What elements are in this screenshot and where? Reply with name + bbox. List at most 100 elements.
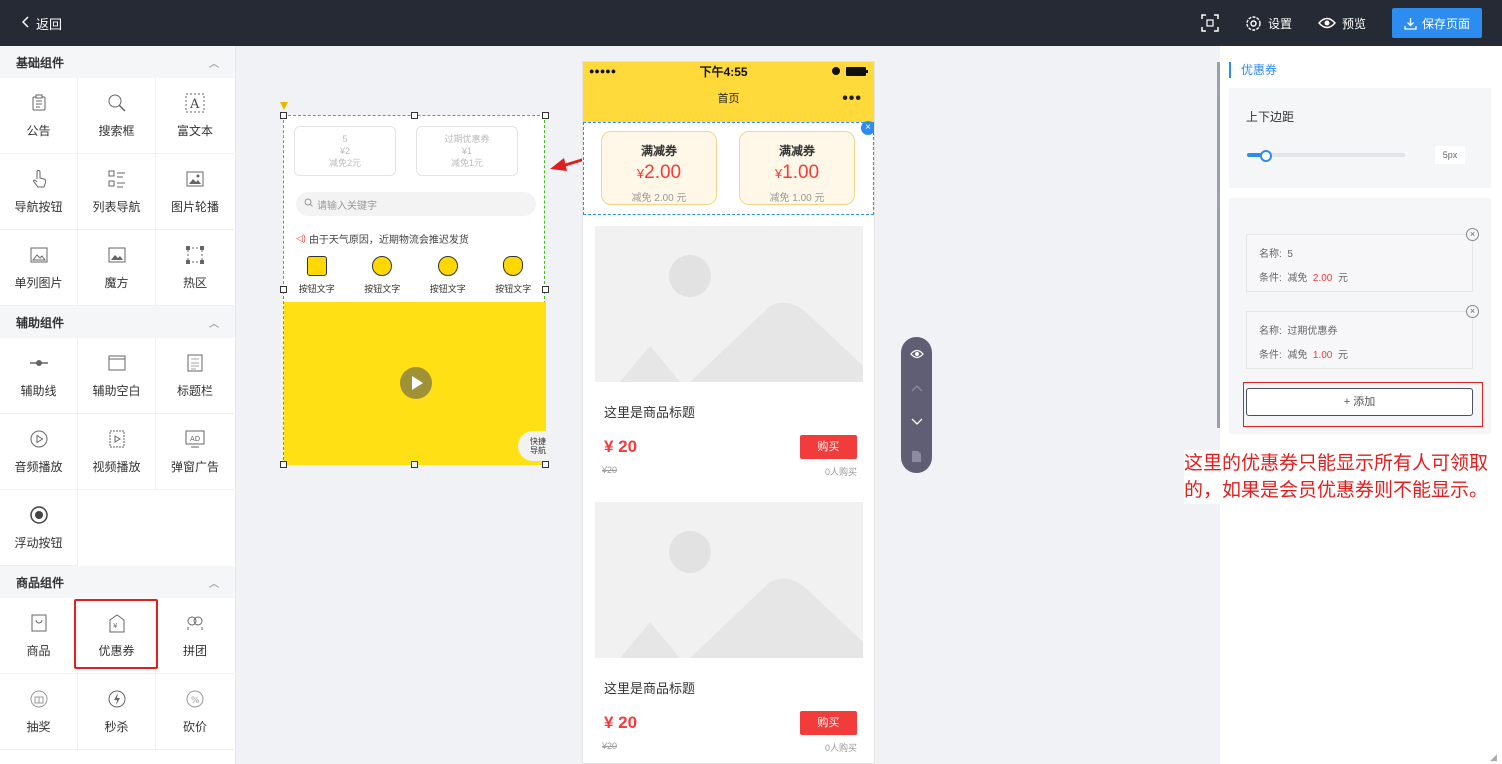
preview-label: 预览 xyxy=(1341,16,1366,31)
component-label: 商品 xyxy=(26,644,51,658)
group-icon xyxy=(184,612,206,634)
component-notice[interactable]: 公告 xyxy=(0,78,78,154)
component-bargain[interactable]: % 砍价 xyxy=(156,674,234,750)
download-icon xyxy=(1404,17,1417,30)
condition-amount: 1.00 xyxy=(1312,350,1333,361)
component-panel: 基础组件 ︿ 公告 搜索框 A 富文本 导航按钮 列表导航 图片轮播 单列图片 … xyxy=(0,46,236,764)
template-preview[interactable]: 5 ¥2 减免2元 过期优惠券 ¥1 减免1元 请输入关键字 ◁) 由于天气原因… xyxy=(283,115,550,465)
resize-handle[interactable] xyxy=(411,112,418,119)
selection-marker xyxy=(280,102,288,110)
resize-handle[interactable] xyxy=(542,286,549,293)
component-video[interactable]: 视频播放 xyxy=(78,414,156,490)
component-blank[interactable]: 辅助空白 xyxy=(78,338,156,414)
coupon-card[interactable]: 满减券 ¥1.00 减免 1.00 元 xyxy=(739,131,855,205)
resize-handle[interactable] xyxy=(411,461,418,468)
resize-handle[interactable] xyxy=(280,461,287,468)
component-label: 标题栏 xyxy=(176,384,213,398)
move-up-icon[interactable] xyxy=(901,373,932,403)
preview-button[interactable]: 预览 xyxy=(1318,15,1366,32)
component-float-button[interactable]: 浮动按钮 xyxy=(0,490,78,566)
group-header-auxiliary[interactable]: 辅助组件 ︿ xyxy=(0,306,235,338)
component-popup-ad[interactable]: AD 弹窗广告 xyxy=(156,414,234,490)
component-cube[interactable]: 魔方 xyxy=(78,230,156,306)
component-list-nav[interactable]: 列表导航 xyxy=(78,154,156,230)
coupon-section[interactable]: 满减券 ¥2.00 减免 2.00 元 满减券 ¥1.00 减免 1.00 元 … xyxy=(583,121,874,215)
lottery-icon xyxy=(28,688,50,710)
component-single-image[interactable]: 单列图片 xyxy=(0,230,78,306)
component-carousel[interactable]: 图片轮播 xyxy=(156,154,234,230)
image-icon xyxy=(28,244,50,266)
coupon-list-setting: 名称: 5 条件: 减免 2.00 元 × 名称: 过期优惠券 条件: 减免 1… xyxy=(1229,198,1491,434)
group-header-goods[interactable]: 商品组件 ︿ xyxy=(0,566,235,598)
signal-indicator: ●●●●● xyxy=(589,66,617,76)
resize-handle[interactable] xyxy=(280,112,287,119)
preview-notice-text: 由于天气原因，近期物流会推迟发货 xyxy=(308,235,469,246)
phone-preview: ●●●●● 下午4:55 首页 ••• 满减券 ¥2.00 减免 2.00 元 … xyxy=(582,61,875,764)
component-goods[interactable]: 商品 xyxy=(0,598,78,674)
component-search[interactable]: 搜索框 xyxy=(78,78,156,154)
group-title: 商品组件 xyxy=(16,575,65,590)
preview-search-bar: 请输入关键字 xyxy=(296,192,536,216)
image-icon xyxy=(184,168,206,190)
group-grid-goods: 商品 ¥ 优惠券 拼团 抽奖 秒杀 % 砍价 xyxy=(0,598,235,750)
save-page-button[interactable]: 保存页面 xyxy=(1391,8,1482,38)
chevron-up-icon: ︿ xyxy=(209,318,219,330)
fullscreen-button[interactable] xyxy=(1201,14,1219,32)
remove-coupon-icon[interactable]: × xyxy=(1466,228,1479,241)
resize-handle[interactable] xyxy=(542,461,549,468)
settings-label: 设置 xyxy=(1267,16,1292,31)
coupon-card[interactable]: 满减券 ¥2.00 减免 2.00 元 xyxy=(601,131,717,205)
goods-card[interactable]: 这里是商品标题 ¥ 20 购买 ¥20 0人购买 xyxy=(595,502,863,757)
eye-icon[interactable] xyxy=(901,339,932,369)
component-coupon[interactable]: ¥ 优惠券 xyxy=(74,598,158,674)
speaker-icon: ◁) xyxy=(296,233,306,243)
margin-setting: 上下边距 5px xyxy=(1229,88,1491,188)
preview-nav-buttons: 按钮文字 按钮文字 按钮文字 按钮文字 xyxy=(284,256,546,295)
component-group-buy[interactable]: 拼团 xyxy=(156,598,234,674)
component-hotzone[interactable]: 热区 xyxy=(156,230,234,306)
close-icon[interactable]: × xyxy=(861,121,874,135)
component-nav-button[interactable]: 导航按钮 xyxy=(0,154,78,230)
eye-icon xyxy=(1318,17,1336,29)
component-label: 图片轮播 xyxy=(170,200,219,214)
more-icon[interactable]: ••• xyxy=(842,80,862,118)
settings-button[interactable]: 设置 xyxy=(1245,15,1292,32)
gear-icon xyxy=(1245,15,1262,32)
component-label: 弹窗广告 xyxy=(170,460,219,474)
list-icon xyxy=(106,168,128,190)
preview-nav-label: 按钮文字 xyxy=(298,284,335,294)
save-label: 保存页面 xyxy=(1421,16,1470,31)
component-label: 优惠券 xyxy=(98,644,135,658)
condition-prefix: 减免 xyxy=(1287,273,1308,284)
add-coupon-button[interactable]: + 添加 xyxy=(1246,388,1473,416)
component-richtext[interactable]: A 富文本 xyxy=(156,78,234,154)
preview-video: 快捷导航 xyxy=(284,302,550,465)
remove-coupon-icon[interactable]: × xyxy=(1466,305,1479,318)
back-button[interactable]: 返回 xyxy=(21,14,62,33)
component-audio[interactable]: 音频播放 xyxy=(0,414,78,490)
slider-handle[interactable] xyxy=(1260,150,1272,162)
preview-quick-nav: 快捷导航 xyxy=(518,431,550,461)
group-header-basic[interactable]: 基础组件 ︿ xyxy=(0,46,235,78)
resize-handle[interactable] xyxy=(542,112,549,119)
goods-card[interactable]: 这里是商品标题 ¥ 20 购买 ¥20 0人购买 xyxy=(595,226,863,481)
preview-coupon: 过期优惠券 ¥1 减免1元 xyxy=(416,126,518,176)
component-flash-sale[interactable]: 秒杀 xyxy=(78,674,156,750)
group-title: 基础组件 xyxy=(16,55,65,70)
coupon-item: 名称: 过期优惠券 条件: 减免 1.00 元 × xyxy=(1246,305,1479,369)
goods-sold-count: 0人购买 xyxy=(824,467,857,477)
component-label: 辅助线 xyxy=(20,384,57,398)
document-icon[interactable] xyxy=(901,441,932,471)
buy-button[interactable]: 购买 xyxy=(800,711,857,735)
component-label: 富文本 xyxy=(176,124,213,138)
buy-button[interactable]: 购买 xyxy=(800,435,857,459)
move-down-icon[interactable] xyxy=(901,407,932,437)
component-lottery[interactable]: 抽奖 xyxy=(0,674,78,750)
resize-handle[interactable] xyxy=(280,286,287,293)
goods-price: ¥ 20 xyxy=(604,713,638,732)
component-title-bar[interactable]: 标题栏 xyxy=(156,338,234,414)
line-icon xyxy=(28,352,50,374)
margin-label: 上下边距 xyxy=(1246,110,1295,124)
margin-value: 5px xyxy=(1435,146,1465,164)
component-guide-line[interactable]: 辅助线 xyxy=(0,338,78,414)
